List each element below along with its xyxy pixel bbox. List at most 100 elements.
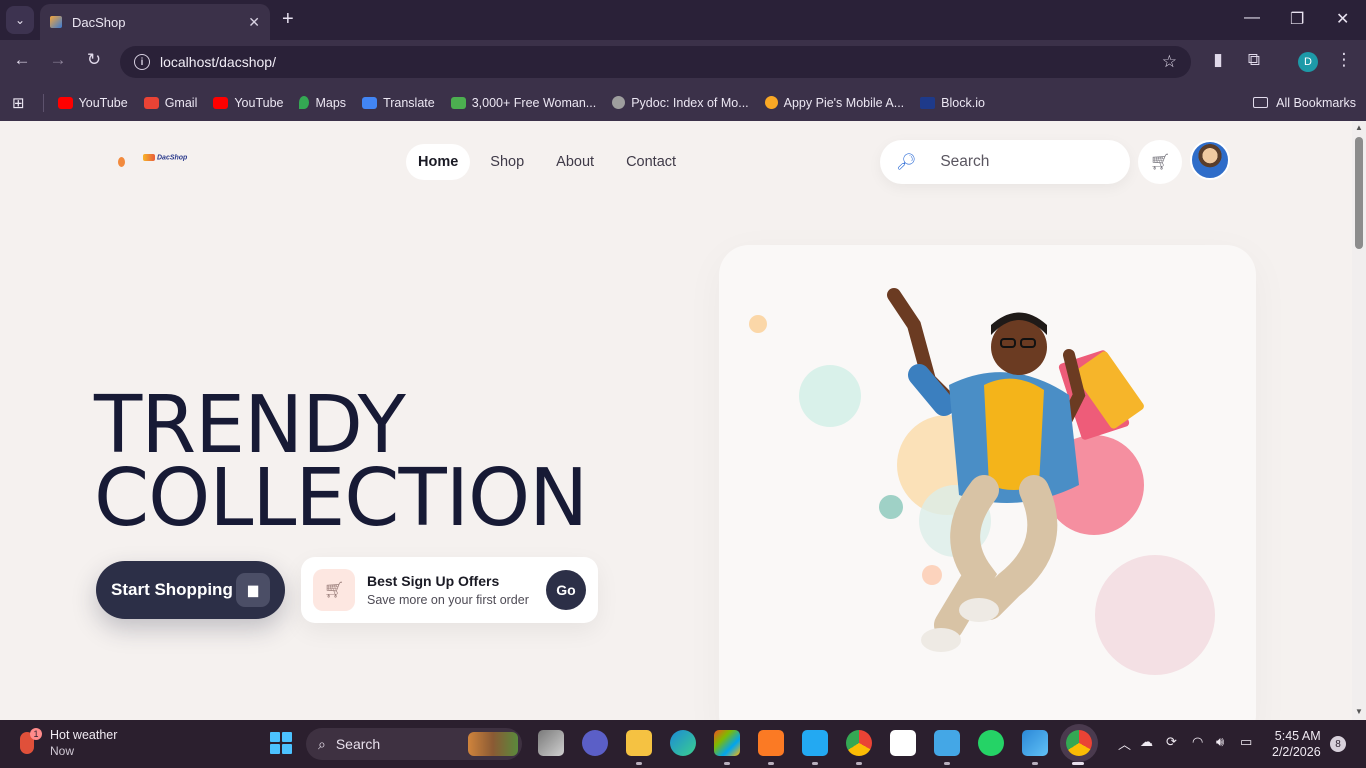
bookmark-youtube-2[interactable]: YouTube <box>213 96 283 110</box>
close-tab-icon[interactable]: ✕ <box>248 14 260 31</box>
bookmark-translate[interactable]: Translate <box>362 96 435 110</box>
browser-tab[interactable]: DacShop ✕ <box>40 4 270 40</box>
notepad-icon[interactable] <box>934 730 960 756</box>
nav-about[interactable]: About <box>544 144 606 180</box>
store-icon[interactable] <box>714 730 740 756</box>
offer-title: Best Sign Up Offers <box>367 573 500 589</box>
taskbar-search[interactable]: ⌕ Search <box>306 728 522 760</box>
tab-search-button[interactable]: ⌄ <box>6 6 34 34</box>
system-clock[interactable]: 5:45 AM 2/2/2026 <box>1272 728 1321 760</box>
app-window-icon[interactable] <box>890 730 916 756</box>
search-highlight-image <box>468 732 518 756</box>
shopping-bag-icon: ▆ <box>236 573 270 607</box>
youtube-icon <box>213 96 229 109</box>
thermometer-icon: 1 <box>20 728 42 754</box>
windows-start-icon[interactable] <box>270 732 292 754</box>
page-content: DacShop Home Shop About Contact 🔎︎ Searc… <box>0 121 1352 720</box>
edge-icon[interactable] <box>670 730 696 756</box>
apps-grid-icon[interactable]: ⊞ <box>12 94 25 112</box>
sidepanel-icon[interactable]: ▮ <box>1206 50 1230 70</box>
forward-icon[interactable]: → <box>46 50 70 70</box>
search-placeholder[interactable]: Search <box>940 153 989 171</box>
new-tab-button[interactable]: + <box>282 8 294 30</box>
page-scrollbar[interactable]: ▲ ▼ <box>1352 121 1366 720</box>
bookmark-appypie[interactable]: Appy Pie's Mobile A... <box>764 96 904 110</box>
url-text[interactable]: localhost/dacshop/ <box>160 54 1162 70</box>
volume-icon[interactable]: 🔊︎ <box>1216 734 1224 750</box>
bookmarks-bar: ⊞ YouTube Gmail YouTube Maps Translate 3… <box>0 84 1366 121</box>
hero-title: TRENDY COLLECTION <box>94 386 588 538</box>
logo-dot-icon <box>118 157 125 167</box>
scroll-up-icon[interactable]: ▲ <box>1355 123 1363 132</box>
hero-model-image <box>887 288 1144 652</box>
bookmark-star-icon[interactable]: ☆ <box>1162 52 1177 72</box>
menu-icon[interactable]: ⋮ <box>1332 50 1356 70</box>
notification-badge[interactable]: 8 <box>1330 736 1346 752</box>
photos-icon[interactable] <box>1022 730 1048 756</box>
nav-contact[interactable]: Contact <box>614 144 688 180</box>
weather-widget[interactable]: 1 Hot weather Now <box>20 728 117 758</box>
weather-time: Now <box>50 744 75 758</box>
task-view-icon[interactable] <box>538 730 564 756</box>
youtube-icon <box>57 96 73 109</box>
all-bookmarks[interactable]: All Bookmarks <box>1253 84 1356 121</box>
tab-favicon-icon <box>50 16 62 28</box>
chrome-icon[interactable] <box>846 730 872 756</box>
bookmark-maps[interactable]: Maps <box>299 96 346 110</box>
bookmark-separator <box>42 93 44 112</box>
battery-icon[interactable]: ▭ <box>1240 734 1252 750</box>
user-avatar[interactable] <box>1190 140 1230 180</box>
wifi-icon[interactable]: ◠ <box>1192 734 1203 750</box>
translate-icon <box>362 96 378 109</box>
bookmark-pydoc[interactable]: Pydoc: Index of Mo... <box>612 96 749 110</box>
blockio-icon <box>920 96 936 109</box>
app-active-indicator <box>1072 762 1084 765</box>
app-running-indicator <box>856 762 862 765</box>
site-info-icon[interactable]: i <box>134 54 150 70</box>
close-window-icon[interactable]: ✕ <box>1336 9 1349 29</box>
cart-button[interactable]: 🛒︎ <box>1138 140 1182 184</box>
clock-time: 5:45 AM <box>1274 729 1321 743</box>
tray-chevron-icon[interactable]: ︿ <box>1118 734 1131 753</box>
onedrive-icon[interactable]: ☁ <box>1140 734 1153 750</box>
search-icon: ⌕ <box>318 735 326 752</box>
bookmark-youtube[interactable]: YouTube <box>57 96 128 110</box>
nav-shop[interactable]: Shop <box>478 144 536 180</box>
reload-icon[interactable]: ↻ <box>82 50 106 70</box>
scrollbar-thumb[interactable] <box>1355 137 1363 249</box>
site-search[interactable]: 🔎︎ Search <box>880 140 1130 184</box>
address-bar[interactable]: i localhost/dacshop/ ☆ <box>120 46 1191 78</box>
restore-icon[interactable]: ❐ <box>1290 9 1304 29</box>
whatsapp-icon[interactable] <box>978 730 1004 756</box>
search-icon: 🔎︎ <box>896 154 917 171</box>
start-shopping-button[interactable]: Start Shopping ▆ <box>96 561 285 619</box>
xampp-icon[interactable] <box>758 730 784 756</box>
offer-go-button[interactable]: Go <box>546 570 586 610</box>
back-icon[interactable]: ← <box>10 50 34 70</box>
chrome-active-icon[interactable] <box>1066 730 1092 756</box>
site-logo[interactable]: DacShop <box>143 154 187 161</box>
vscode-icon[interactable] <box>802 730 828 756</box>
hero-image-card <box>719 245 1256 720</box>
profile-avatar[interactable]: D <box>1298 52 1318 72</box>
bookmark-freepik[interactable]: 3,000+ Free Woman... <box>450 96 596 110</box>
tab-title: DacShop <box>72 14 126 30</box>
minimize-icon[interactable]: — <box>1244 9 1260 27</box>
windows-taskbar: 1 Hot weather Now ⌕ Search ︿ ☁ ⟳ ◠ 🔊︎ ▭ … <box>0 720 1366 768</box>
bookmark-gmail[interactable]: Gmail <box>143 96 197 110</box>
weather-badge: 1 <box>30 728 42 740</box>
clock-date: 2/2/2026 <box>1272 745 1321 759</box>
nav-home[interactable]: Home <box>406 144 471 180</box>
weather-title: Hot weather <box>50 728 118 742</box>
app-running-indicator <box>636 762 642 765</box>
teams-icon[interactable] <box>582 730 608 756</box>
bookmark-blockio[interactable]: Block.io <box>920 96 985 110</box>
taskbar-search-label: Search <box>335 736 381 752</box>
app-running-indicator <box>724 762 730 765</box>
scroll-down-icon[interactable]: ▼ <box>1355 707 1363 716</box>
extensions-icon[interactable]: ⧉ <box>1242 50 1266 70</box>
decor-bubble <box>799 365 861 427</box>
file-explorer-icon[interactable] <box>626 730 652 756</box>
sync-icon[interactable]: ⟳ <box>1166 734 1177 750</box>
offer-cart-icon: 🛒︎ <box>313 569 355 611</box>
